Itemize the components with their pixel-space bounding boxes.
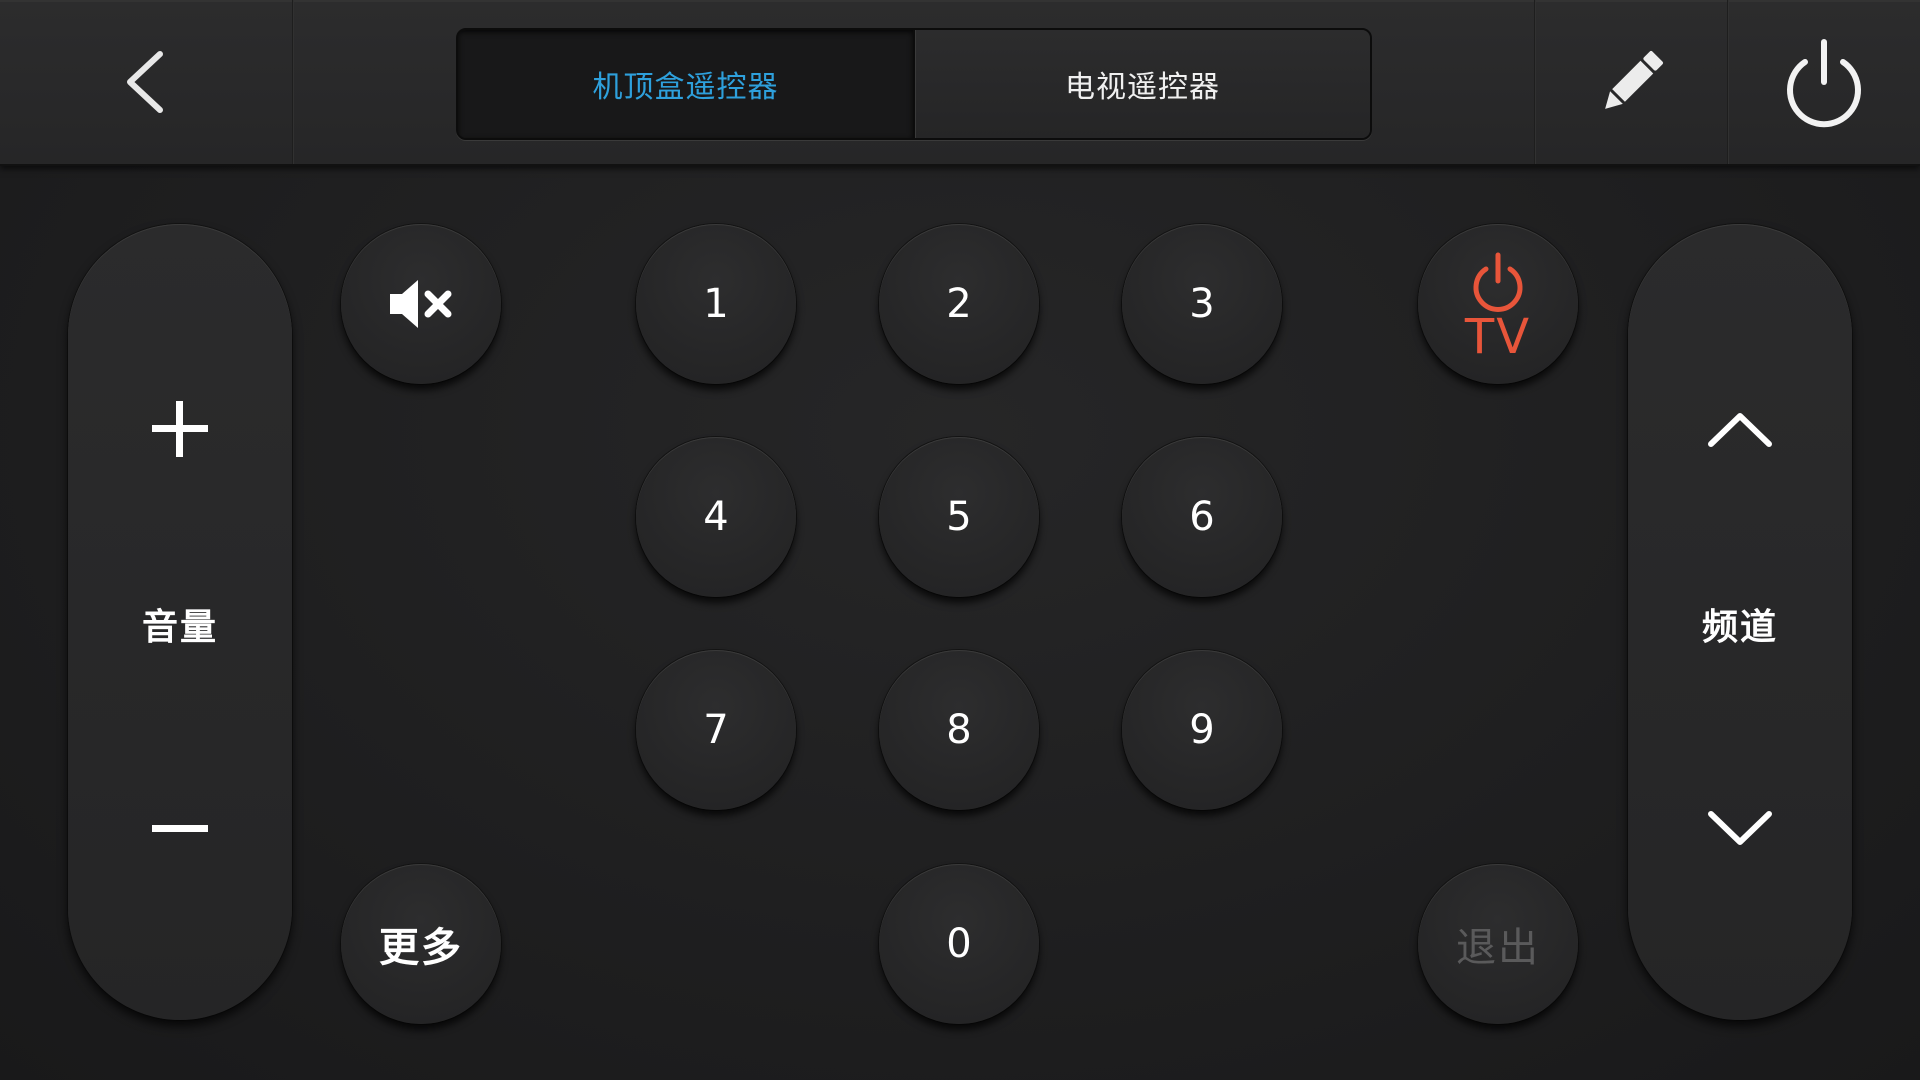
digit-4-button[interactable]: 4 xyxy=(636,437,796,597)
channel-rocker: 频道 xyxy=(1628,224,1852,1020)
digit-6-button[interactable]: 6 xyxy=(1122,437,1282,597)
tv-power-button[interactable]: TV xyxy=(1418,224,1578,384)
digit-3-button[interactable]: 3 xyxy=(1122,224,1282,384)
pencil-icon xyxy=(1605,51,1663,109)
chevron-up-icon xyxy=(1708,413,1772,447)
top-bar: 机顶盒遥控器 电视遥控器 xyxy=(0,0,1920,166)
exit-button[interactable]: 退出 xyxy=(1418,864,1578,1024)
divider xyxy=(292,0,294,164)
power-button[interactable] xyxy=(1728,0,1920,164)
volume-down-button[interactable] xyxy=(68,744,292,914)
volume-rocker: 音量 xyxy=(68,224,292,1020)
chevron-left-icon xyxy=(127,51,163,113)
digit-7-button[interactable]: 7 xyxy=(636,650,796,810)
channel-up-button[interactable] xyxy=(1628,344,1852,514)
back-button[interactable] xyxy=(0,0,292,164)
plus-icon xyxy=(152,401,208,457)
tab-tv[interactable]: 电视遥控器 xyxy=(915,30,1370,138)
mute-icon xyxy=(390,280,452,328)
digit-8-button[interactable]: 8 xyxy=(879,650,1039,810)
minus-icon xyxy=(152,825,208,832)
remote-control-screen: 机顶盒遥控器 电视遥控器 音量 频道 更多 1 2 3 4 5 6 7 8 9 … xyxy=(0,0,1920,1080)
more-button[interactable]: 更多 xyxy=(341,864,501,1024)
power-icon xyxy=(1787,39,1861,128)
digit-9-button[interactable]: 9 xyxy=(1122,650,1282,810)
digit-5-button[interactable]: 5 xyxy=(879,437,1039,597)
edit-button[interactable] xyxy=(1536,0,1728,164)
power-icon xyxy=(1473,252,1523,312)
tab-set-top-box[interactable]: 机顶盒遥控器 xyxy=(458,30,915,138)
volume-label: 音量 xyxy=(141,607,218,648)
channel-label: 频道 xyxy=(1701,607,1778,648)
digit-2-button[interactable]: 2 xyxy=(879,224,1039,384)
tv-power-label: TV xyxy=(1464,309,1532,365)
mute-button[interactable] xyxy=(341,224,501,384)
volume-up-button[interactable] xyxy=(68,344,292,514)
digit-0-button[interactable]: 0 xyxy=(879,864,1039,1024)
channel-down-button[interactable] xyxy=(1628,744,1852,914)
chevron-down-icon xyxy=(1708,811,1772,845)
digit-1-button[interactable]: 1 xyxy=(636,224,796,384)
remote-type-tabs: 机顶盒遥控器 电视遥控器 xyxy=(456,28,1372,140)
